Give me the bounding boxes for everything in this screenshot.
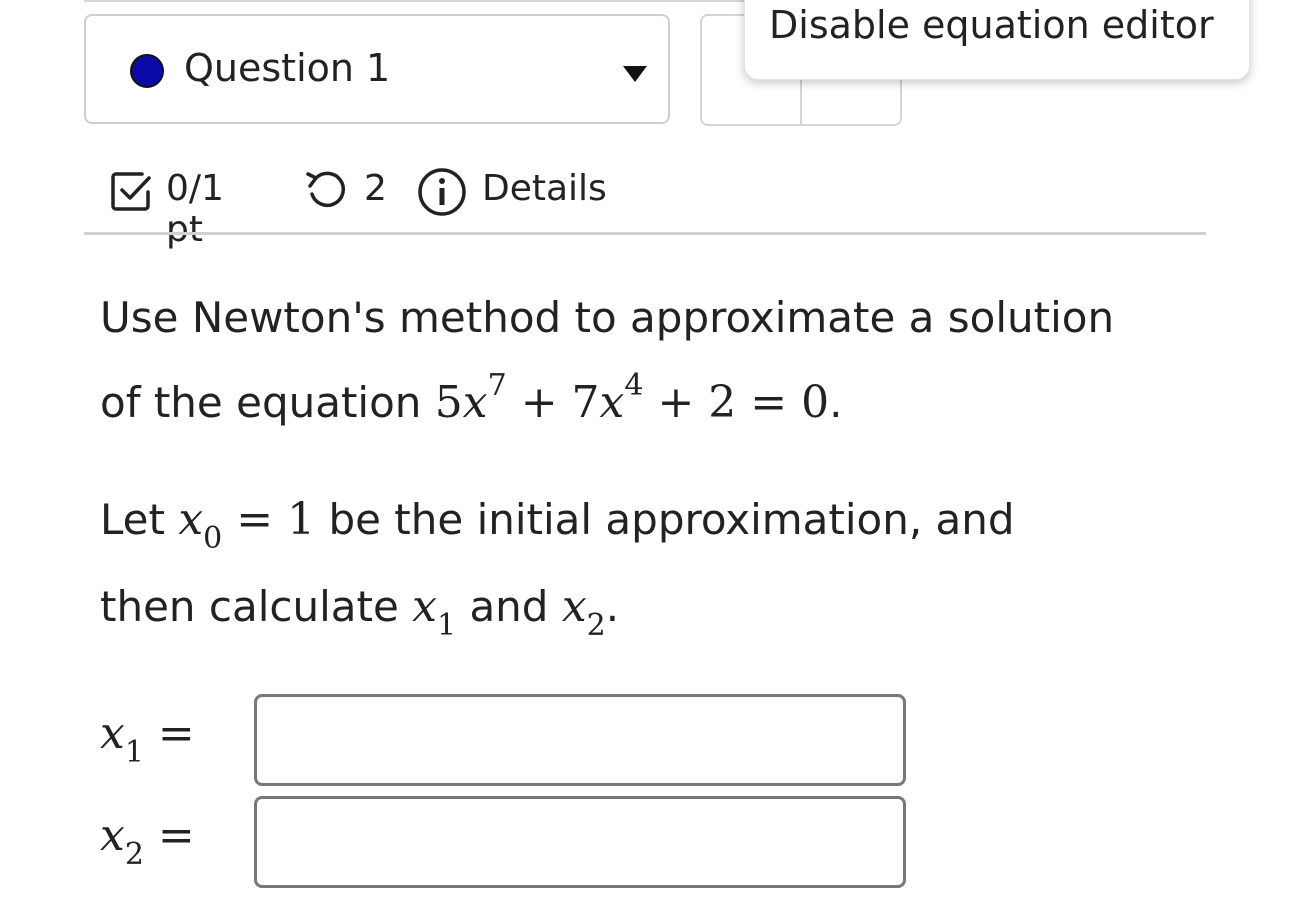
problem-instructions: Let x0 = 1 be the initial approximation,… <box>100 486 1015 660</box>
checkbox-icon <box>111 172 151 211</box>
tooltip-text: Disable equation editor <box>769 3 1214 47</box>
answer-label-x1: x1 = <box>100 708 195 770</box>
instruction-line-1: Let x0 = 1 be the initial approximation,… <box>100 494 1015 556</box>
problem-statement: Use Newton's method to approximate a sol… <box>100 284 1114 437</box>
top-divider <box>84 0 744 2</box>
points-text: 0/1 pt <box>166 168 224 250</box>
caret-down-icon[interactable] <box>623 66 647 82</box>
x1-answer-input[interactable] <box>254 694 906 786</box>
divider <box>84 232 1206 235</box>
tries-count: 2 <box>364 168 387 209</box>
details-link[interactable]: Details <box>482 168 607 209</box>
question-status-dot <box>130 54 164 88</box>
question-label: Question 1 <box>184 46 391 90</box>
question-select[interactable]: Question 1 <box>84 14 670 124</box>
info-icon[interactable] <box>416 166 468 218</box>
instruction-line-2: then calculate x1 and x2. <box>100 581 620 643</box>
retry-icon <box>306 171 346 208</box>
problem-line-2: of the equation 5x7 + 7x4 + 2 = 0. <box>100 368 843 428</box>
answer-label-x2: x2 = <box>100 810 195 872</box>
tooltip: Disable equation editor <box>744 0 1250 80</box>
x2-answer-input[interactable] <box>254 796 906 888</box>
problem-line-1: Use Newton's method to approximate a sol… <box>100 293 1115 342</box>
